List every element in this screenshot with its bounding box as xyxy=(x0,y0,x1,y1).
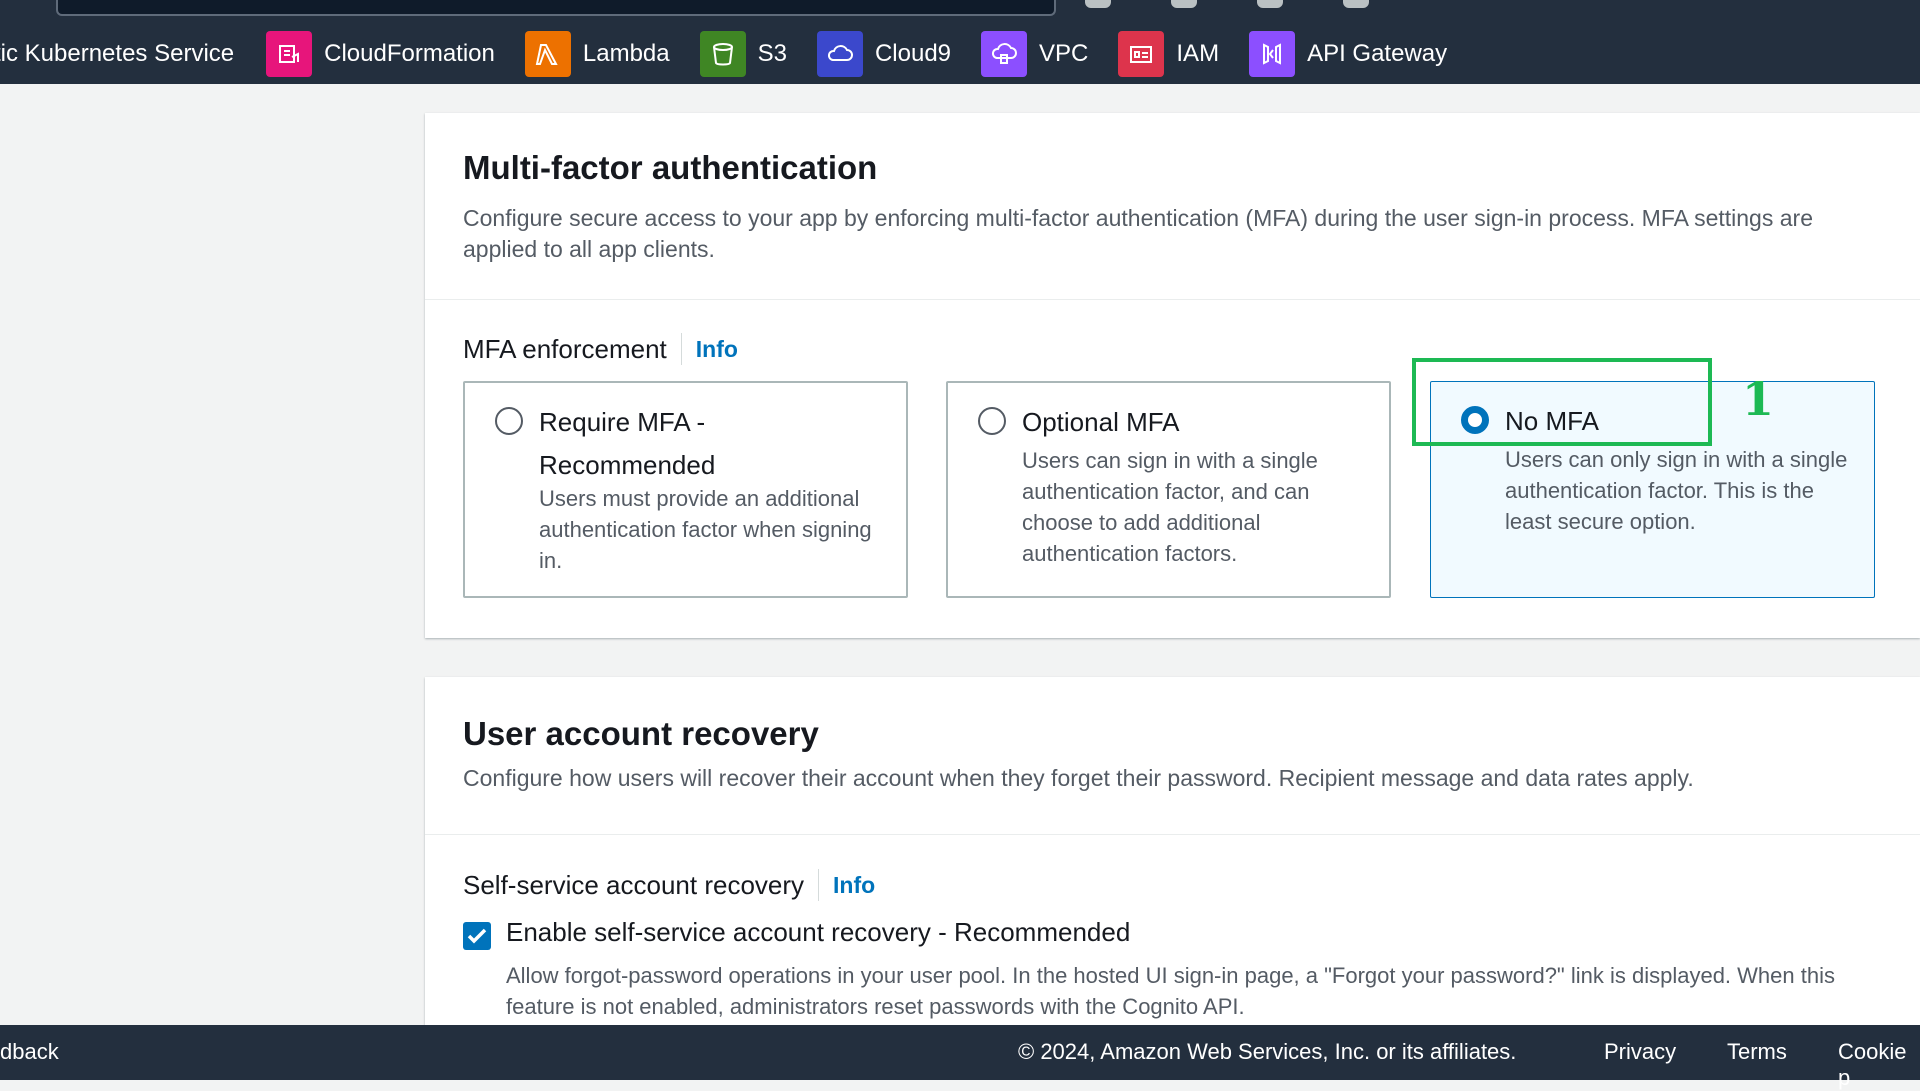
checkmark-icon xyxy=(467,928,487,944)
api-gateway-icon xyxy=(1249,31,1296,77)
info-link[interactable]: Info xyxy=(833,872,875,899)
field-label-text: Self-service account recovery xyxy=(463,869,805,900)
copyright-text: © 2024, Amazon Web Services, Inc. or its… xyxy=(1018,1039,1517,1064)
top-navigation-bar: tic Kubernetes Service CloudFormation La… xyxy=(0,0,1920,84)
divider xyxy=(818,869,820,901)
top-utility-icons xyxy=(1085,0,1369,12)
self-service-recovery-checkbox[interactable] xyxy=(463,922,491,950)
section-title: User account recovery xyxy=(463,715,819,752)
option-description: Users must provide an additional authent… xyxy=(539,486,872,573)
cloud9-icon xyxy=(816,31,863,77)
favorite-lambda[interactable]: Lambda xyxy=(524,31,670,77)
option-title: Optional MFA xyxy=(1022,407,1180,437)
mfa-enforcement-label: MFA enforcement Info xyxy=(463,333,738,365)
annotation-step-number: 1 xyxy=(1742,372,1775,426)
s3-bucket-icon xyxy=(699,31,746,77)
iam-icon xyxy=(1118,31,1165,77)
favorite-label: VPC xyxy=(1039,40,1089,67)
account-recovery-section: User account recovery Configure how user… xyxy=(425,677,1920,1025)
favorite-eks[interactable]: tic Kubernetes Service xyxy=(0,40,234,68)
option-description: Users can only sign in with a single aut… xyxy=(1505,447,1848,534)
help-icon[interactable] xyxy=(1257,0,1283,8)
favorite-label: IAM xyxy=(1176,40,1220,67)
field-label-text: MFA enforcement xyxy=(463,333,667,364)
info-link[interactable]: Info xyxy=(696,336,738,363)
feedback-link[interactable]: dback xyxy=(0,1039,59,1065)
favorite-iam[interactable]: IAM xyxy=(1118,31,1219,77)
search-input[interactable] xyxy=(56,0,1056,16)
self-service-recovery-label: Self-service account recovery Info xyxy=(463,869,875,901)
require-mfa-option[interactable]: Require MFA - Recommended Users must pro… xyxy=(463,381,908,598)
checkbox-label[interactable]: Enable self-service account recovery - R… xyxy=(506,917,1130,948)
divider xyxy=(680,333,682,365)
checkbox-description: Allow forgot-password operations in your… xyxy=(506,963,1835,1019)
optional-mfa-option[interactable]: Optional MFA Users can sign in with a si… xyxy=(946,381,1391,598)
favorite-label: API Gateway xyxy=(1307,40,1448,67)
terms-link[interactable]: Terms xyxy=(1727,1039,1787,1065)
cloudshell-icon[interactable] xyxy=(1085,0,1111,8)
cookie-preferences-link[interactable]: Cookie p xyxy=(1838,1039,1920,1091)
favorite-label: tic Kubernetes Service xyxy=(0,40,235,67)
section-description: Configure how users will recover their a… xyxy=(463,765,1694,791)
favorite-label: Cloud9 xyxy=(874,40,952,67)
section-description: Configure secure access to your app by e… xyxy=(463,205,1813,262)
mfa-section-header: Multi-factor authentication Configure se… xyxy=(425,113,1920,300)
option-description: Users can sign in with a single authenti… xyxy=(1022,448,1318,566)
lambda-icon xyxy=(524,31,571,77)
annotation-highlight-box xyxy=(1412,358,1712,446)
footer: dback © 2024, Amazon Web Services, Inc. … xyxy=(0,1025,1920,1090)
notifications-icon[interactable] xyxy=(1171,0,1197,8)
favorite-label: CloudFormation xyxy=(324,40,495,67)
favorite-api-gateway[interactable]: API Gateway xyxy=(1249,31,1447,77)
favorite-label: S3 xyxy=(757,40,787,67)
radio-button[interactable] xyxy=(495,407,523,435)
option-title: Require MFA - Recommended xyxy=(539,407,716,480)
favorites-bar: tic Kubernetes Service CloudFormation La… xyxy=(0,30,1477,78)
cloudformation-icon xyxy=(266,31,313,77)
radio-button[interactable] xyxy=(978,407,1006,435)
privacy-link[interactable]: Privacy xyxy=(1604,1039,1676,1065)
vpc-icon xyxy=(981,31,1028,77)
recovery-section-header: User account recovery Configure how user… xyxy=(425,677,1920,835)
settings-icon[interactable] xyxy=(1343,0,1369,8)
favorite-cloud9[interactable]: Cloud9 xyxy=(816,31,952,77)
favorite-label: Lambda xyxy=(582,40,670,67)
favorite-cloudformation[interactable]: CloudFormation xyxy=(266,31,495,77)
section-title: Multi-factor authentication xyxy=(463,149,878,186)
favorite-vpc[interactable]: VPC xyxy=(981,31,1088,77)
favorite-s3[interactable]: S3 xyxy=(699,31,787,77)
